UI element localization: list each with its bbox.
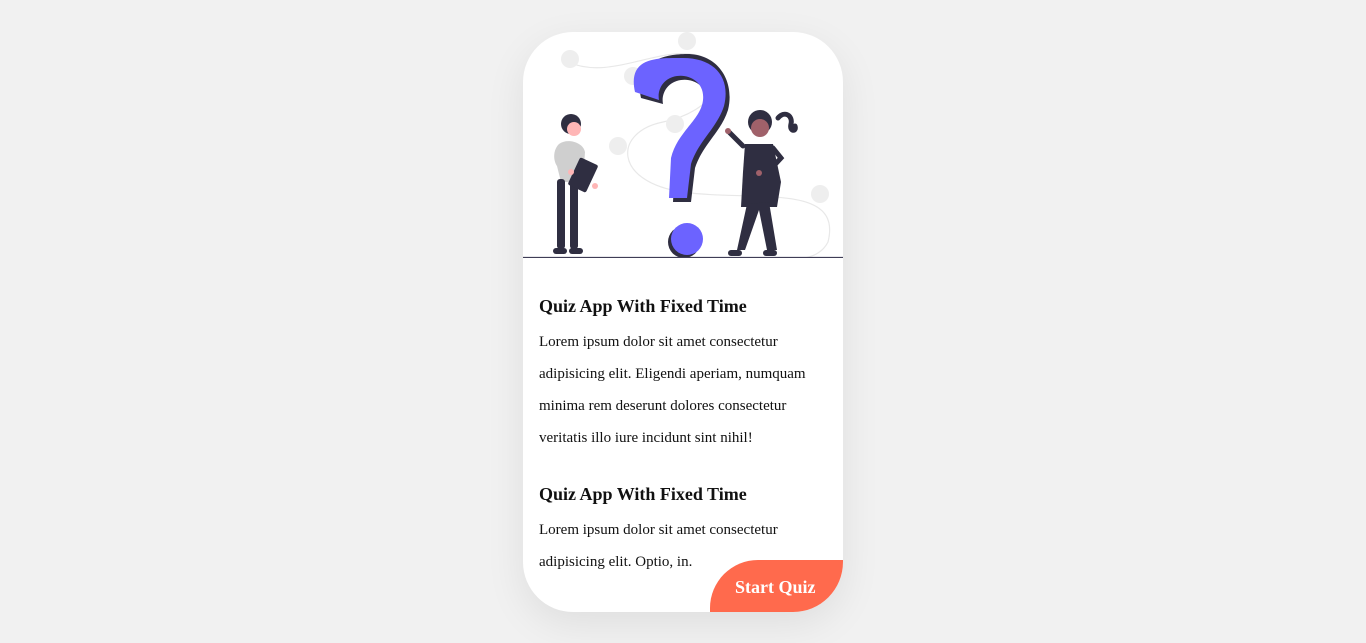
- start-quiz-button[interactable]: Start Quiz: [710, 560, 843, 612]
- question-people-illustration: [523, 32, 843, 258]
- section-body: Lorem ipsum dolor sit amet consectetur a…: [539, 334, 806, 446]
- info-section: Quiz App With Fixed Time Lorem ipsum dol…: [539, 294, 829, 454]
- hero-illustration: [523, 32, 843, 258]
- section-title: Quiz App With Fixed Time: [539, 484, 747, 504]
- section-title: Quiz App With Fixed Time: [539, 296, 747, 316]
- quiz-card: Quiz App With Fixed Time Lorem ipsum dol…: [523, 32, 843, 612]
